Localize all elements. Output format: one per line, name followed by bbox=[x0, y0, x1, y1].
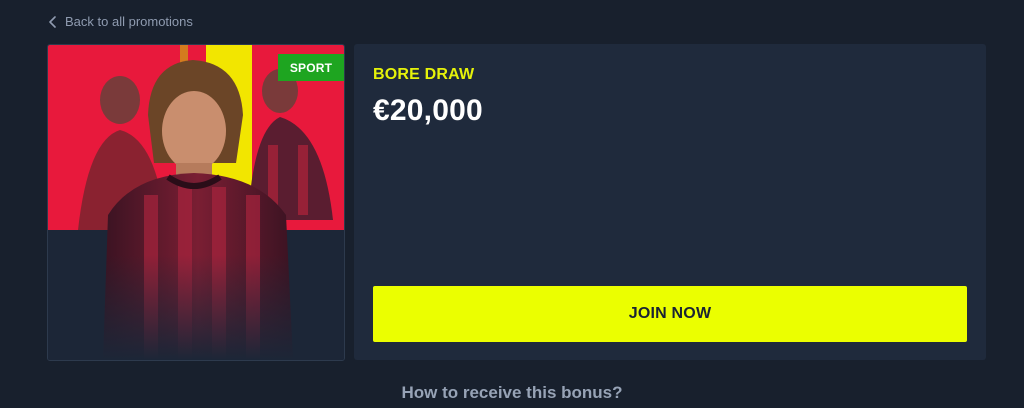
back-link-label: Back to all promotions bbox=[65, 14, 193, 29]
back-to-promotions-link[interactable]: Back to all promotions bbox=[48, 14, 193, 29]
join-now-button[interactable]: JOIN NOW bbox=[373, 286, 967, 342]
promotion-title: BORE DRAW bbox=[373, 66, 475, 83]
promotion-image: SPORT bbox=[47, 44, 345, 361]
how-to-receive-heading: How to receive this bonus? bbox=[401, 383, 623, 402]
footballer-artwork bbox=[48, 45, 344, 360]
chevron-left-icon bbox=[48, 15, 57, 28]
sport-category-tag: SPORT bbox=[278, 54, 344, 81]
promotion-amount: €20,000 bbox=[373, 94, 483, 127]
promotion-details-panel: BORE DRAW €20,000 JOIN NOW bbox=[354, 44, 986, 360]
